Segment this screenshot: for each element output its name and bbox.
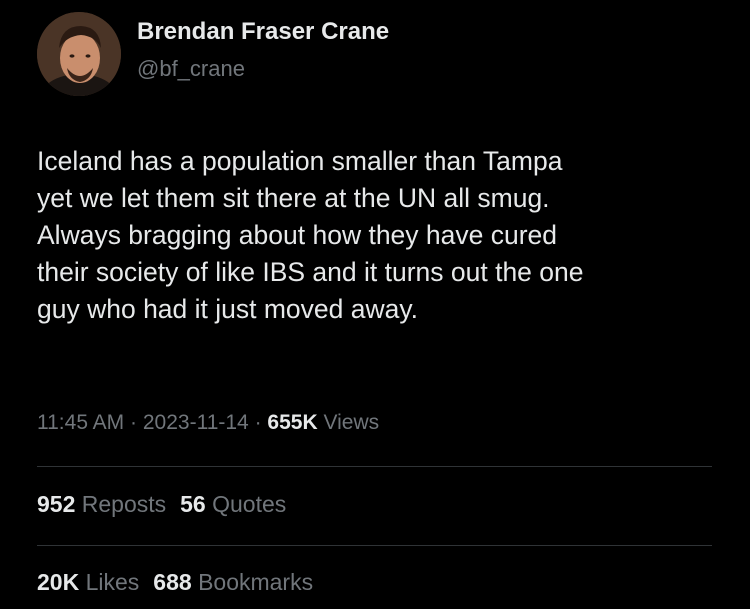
tweet-text-line: their society of like IBS and it turns o…: [37, 257, 584, 287]
meta-separator: ·: [254, 411, 262, 434]
reposts-stat[interactable]: 952 Reposts: [37, 491, 166, 517]
likes-count: 20K: [37, 569, 80, 595]
tweet-text-line: guy who had it just moved away.: [37, 294, 419, 324]
bookmarks-label: Bookmarks: [198, 569, 314, 595]
tweet-meta: 11:45 AM · 2023-11-14 · 655K Views: [37, 411, 379, 435]
views-label: Views: [323, 411, 380, 434]
meta-separator: ·: [130, 411, 138, 434]
tweet-text-line: yet we let them sit there at the UN all …: [37, 183, 550, 213]
author-display-name[interactable]: Brendan Fraser Crane: [137, 18, 389, 46]
profile-photo: [37, 12, 121, 96]
likes-label: Likes: [85, 569, 140, 595]
quotes-label: Quotes: [212, 491, 287, 517]
quotes-stat[interactable]: 56 Quotes: [180, 491, 286, 517]
tweet-text-line: Iceland has a population smaller than Ta…: [37, 146, 563, 176]
views-count: 655K: [267, 411, 318, 434]
divider: [37, 466, 712, 467]
quotes-count: 56: [180, 491, 206, 517]
reposts-quotes-row: 952 Reposts 56 Quotes: [37, 491, 286, 518]
divider: [37, 545, 712, 546]
bookmarks-count: 688: [153, 569, 192, 595]
author-handle[interactable]: @bf_crane: [137, 56, 245, 82]
reposts-label: Reposts: [81, 491, 167, 517]
tweet-date[interactable]: 2023-11-14: [143, 411, 249, 434]
likes-bookmarks-row: 20K Likes 688 Bookmarks: [37, 569, 313, 596]
tweet-text: Iceland has a population smaller than Ta…: [37, 143, 737, 328]
avatar[interactable]: [37, 12, 121, 96]
likes-stat[interactable]: 20K Likes: [37, 569, 139, 595]
reposts-count: 952: [37, 491, 76, 517]
bookmarks-stat[interactable]: 688 Bookmarks: [153, 569, 313, 595]
tweet-text-line: Always bragging about how they have cure…: [37, 220, 558, 250]
tweet-time[interactable]: 11:45 AM: [37, 411, 124, 434]
